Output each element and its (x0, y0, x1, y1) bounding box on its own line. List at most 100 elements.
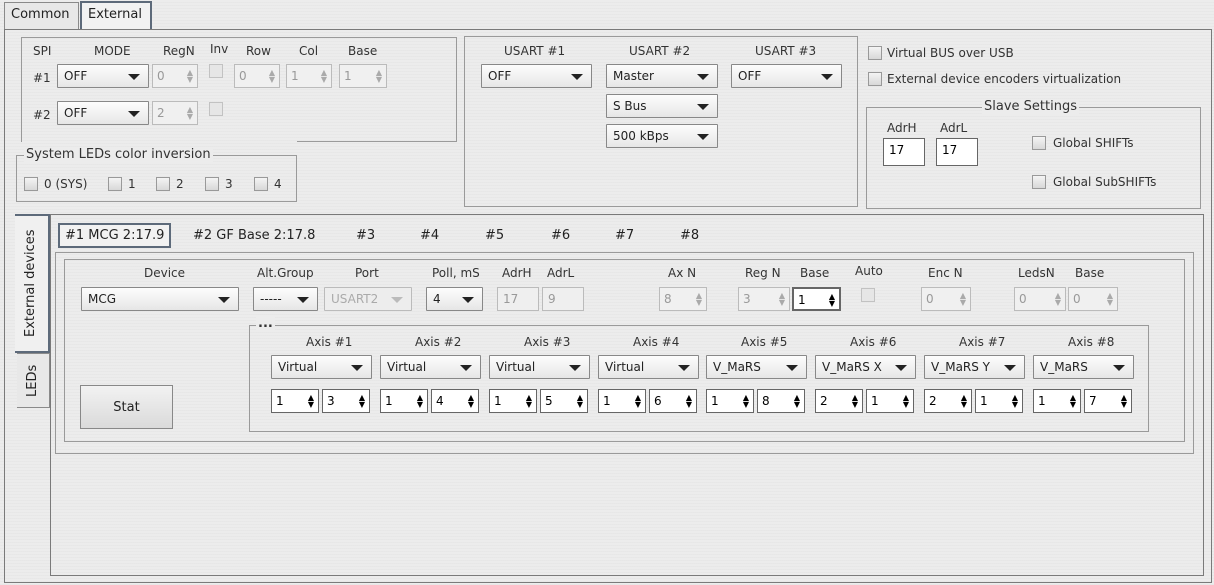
device-tab-4[interactable]: #4 (420, 228, 439, 243)
axis-bus-spinner[interactable]: 2 ▲ ▼ (815, 389, 863, 413)
axis-spinner-value: 1 (1038, 394, 1046, 408)
chevron-down-icon (462, 297, 474, 303)
device-tab-1[interactable]: #1 MCG 2:17.9 (58, 223, 172, 248)
device-select[interactable]: MCG (81, 287, 239, 311)
axis-reg-spinner[interactable]: 5 ▲ ▼ (540, 389, 588, 413)
device-tab-7[interactable]: #7 (615, 228, 634, 243)
device-tab-5[interactable]: #5 (485, 228, 504, 243)
spi1-col-value: 1 (291, 69, 299, 83)
usart2-rate-value: 500 kBps (613, 129, 669, 143)
slave-adrh-label: AdrH (887, 121, 917, 135)
adrl-input[interactable]: 9 (542, 287, 584, 311)
spi2-mode-select[interactable]: OFF (57, 101, 149, 125)
axis-bus-spinner[interactable]: 1 ▲ ▼ (380, 389, 428, 413)
spinner-arrows-icon: ▲ ▼ (525, 393, 532, 409)
axis-type-select[interactable]: Virtual (489, 355, 590, 379)
axis-bus-spinner[interactable]: 1 ▲ ▼ (706, 389, 754, 413)
axis-bus-spinner[interactable]: 2 ▲ ▼ (924, 389, 972, 413)
axis-type-select[interactable]: V_MaRS X (815, 355, 916, 379)
tab-common[interactable]: Common (4, 2, 79, 29)
usart2-bus-select[interactable]: S Bus (606, 94, 718, 118)
led-3-checkbox[interactable] (205, 177, 219, 191)
side-tab-external-devices[interactable]: External devices (15, 214, 50, 353)
global-subshifts-checkbox[interactable] (1032, 175, 1046, 189)
encn-spinner[interactable]: 0 ▲ ▼ (921, 287, 971, 311)
spinner-arrows-icon: ▲ ▼ (467, 393, 474, 409)
axis-type-select[interactable]: V_MaRS Y (924, 355, 1025, 379)
usart1-select[interactable]: OFF (481, 64, 592, 88)
stat-button[interactable]: Stat (80, 385, 173, 429)
virtual-bus-checkbox[interactable] (868, 46, 882, 60)
axn-spinner[interactable]: 8 ▲ ▼ (659, 287, 707, 311)
axis-reg-spinner[interactable]: 1 ▲ ▼ (975, 389, 1023, 413)
global-shifts-checkbox[interactable] (1032, 136, 1046, 150)
device-tab-8[interactable]: #8 (680, 228, 699, 243)
base-spinner[interactable]: 1 ▲ ▼ (792, 287, 841, 311)
auto-header: Auto (855, 264, 883, 278)
axis-spinner-value: 3 (327, 394, 335, 408)
axis-bus-spinner[interactable]: 1 ▲ ▼ (271, 389, 319, 413)
axis-reg-spinner[interactable]: 6 ▲ ▼ (649, 389, 697, 413)
spi1-base-spinner[interactable]: 1 ▲ ▼ (339, 64, 387, 88)
device-tab-3[interactable]: #3 (356, 228, 375, 243)
spi1-row-spinner[interactable]: 0 ▲ ▼ (234, 64, 280, 88)
usart2-select[interactable]: Master (606, 64, 718, 88)
axis-bus-spinner[interactable]: 1 ▲ ▼ (489, 389, 537, 413)
base2-spinner[interactable]: 0 ▲ ▼ (1068, 287, 1118, 311)
adrh-input[interactable]: 17 (497, 287, 539, 311)
chevron-down-icon (297, 297, 309, 303)
axis-type-select[interactable]: Virtual (271, 355, 372, 379)
tab-external[interactable]: External (80, 1, 152, 30)
usart-frame (464, 36, 858, 207)
spi2-inv-checkbox[interactable] (209, 102, 223, 116)
axis-reg-spinner[interactable]: 7 ▲ ▼ (1084, 389, 1132, 413)
axis-type-select[interactable]: Virtual (598, 355, 699, 379)
axis-reg-spinner[interactable]: 8 ▲ ▼ (757, 389, 805, 413)
spinner-arrows-icon: ▲ ▼ (576, 393, 583, 409)
spi1-label: #1 (33, 71, 51, 85)
chevron-down-icon (1113, 365, 1125, 371)
slave-adrl-input[interactable]: 17 (936, 138, 978, 166)
axis-reg-spinner[interactable]: 1 ▲ ▼ (866, 389, 914, 413)
usart1-header: USART #1 (504, 44, 566, 58)
altgroup-select[interactable]: ----- (253, 287, 318, 311)
axis-type-select[interactable]: V_MaRS (1033, 355, 1134, 379)
spi1-inv-checkbox[interactable] (209, 64, 223, 78)
slave-adrh-input[interactable]: 17 (883, 138, 925, 166)
axis-bus-spinner[interactable]: 1 ▲ ▼ (1033, 389, 1081, 413)
mode-header: MODE (94, 44, 131, 58)
poll-select[interactable]: 4 (426, 287, 483, 311)
axis-label: Axis #3 (524, 335, 571, 349)
usart3-select[interactable]: OFF (731, 64, 842, 88)
side-tab-leds[interactable]: LEDs (17, 353, 50, 408)
device-tab-6[interactable]: #6 (551, 228, 570, 243)
axis-reg-spinner[interactable]: 4 ▲ ▼ (431, 389, 479, 413)
usart2-rate-select[interactable]: 500 kBps (606, 124, 718, 148)
spi1-mode-select[interactable]: OFF (57, 64, 149, 88)
axis-bus-spinner[interactable]: 1 ▲ ▼ (598, 389, 646, 413)
led-4-checkbox[interactable] (254, 177, 268, 191)
spi1-regn-spinner[interactable]: 0 ▲ ▼ (152, 64, 198, 88)
spinner-arrows-icon: ▲ ▼ (1069, 393, 1076, 409)
ledsn-spinner[interactable]: 0 ▲ ▼ (1014, 287, 1066, 311)
led-2-checkbox[interactable] (156, 177, 170, 191)
encoder-virtualization-checkbox[interactable] (868, 72, 882, 86)
auto-checkbox[interactable] (861, 288, 875, 302)
spi1-col-spinner[interactable]: 1 ▲ ▼ (286, 64, 332, 88)
spinner-arrows-icon: ▲ ▼ (695, 291, 702, 307)
device-tab-2[interactable]: #2 GF Base 2:17.8 (193, 228, 315, 243)
chevron-down-icon (128, 111, 140, 117)
led-1-checkbox[interactable] (108, 177, 122, 191)
led-0-checkbox[interactable] (24, 177, 38, 191)
spinner-arrows-icon: ▲ ▼ (851, 393, 858, 409)
axis-spinner-value: 8 (762, 394, 770, 408)
axis-spinner-value: 6 (654, 394, 662, 408)
spi2-regn-spinner[interactable]: 2 ▲ ▼ (152, 101, 198, 125)
spi1-row-value: 0 (239, 69, 247, 83)
axis-type-select[interactable]: Virtual (380, 355, 481, 379)
axis-type-select[interactable]: V_MaRS (706, 355, 807, 379)
axis-reg-spinner[interactable]: 3 ▲ ▼ (322, 389, 370, 413)
spi-frame-bottom (297, 141, 457, 142)
regn-spinner[interactable]: 3 ▲ ▼ (738, 287, 790, 311)
port-select[interactable]: USART2 (324, 287, 412, 311)
